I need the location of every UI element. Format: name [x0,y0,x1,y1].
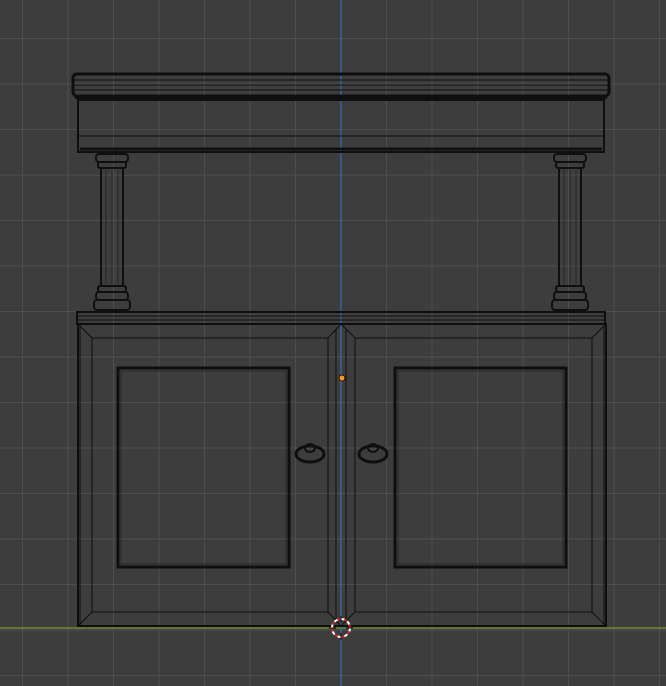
right-door-handle[interactable] [357,443,389,464]
left-door-handle[interactable] [294,443,326,464]
left-door[interactable] [77,323,342,627]
object-origin-dot[interactable] [338,374,346,382]
3d-viewport[interactable] [0,0,666,686]
right-column [551,153,589,311]
right-door[interactable] [340,323,607,627]
viewport-canvas[interactable] [0,0,666,686]
left-column [93,153,131,311]
